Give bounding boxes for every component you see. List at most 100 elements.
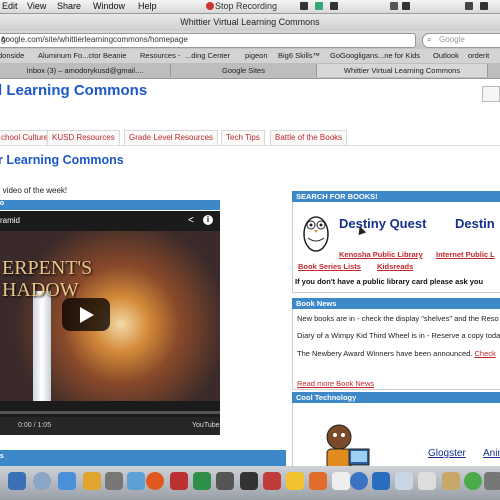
bluetooth-icon[interactable] [390,2,398,10]
bookmark-item[interactable]: pigeon [245,51,268,60]
app-icon[interactable] [105,472,123,490]
app-icon[interactable] [395,472,413,490]
finder-icon[interactable] [8,472,26,490]
destiny-link[interactable]: Destin [455,216,495,231]
window-title-bar: Whittier Virtual Learning Commons [0,14,500,31]
app-icon[interactable] [372,472,390,490]
progress-bar[interactable] [0,411,220,414]
app-store-icon[interactable] [58,472,76,490]
app-icon[interactable] [286,472,304,490]
record-icon [206,2,214,10]
tab-inbox[interactable]: Inbox (3) – amodorykusd@gmail.... [0,64,171,77]
window-title: Whittier Virtual Learning Commons [180,17,320,27]
dashboard-icon[interactable] [33,472,51,490]
info-icon[interactable]: i [203,215,213,225]
page-title: r Learning Commons [0,153,124,167]
app-icon[interactable] [83,472,101,490]
glogster-link[interactable]: Glogster [428,448,466,459]
search-placeholder: Google [439,35,465,44]
nav-tab-tech-tips[interactable]: Tech Tips [221,130,265,146]
app-icon[interactable] [350,472,368,490]
tower-image [33,291,51,401]
tab-label: Whittier Virtual Learning Commons [343,66,461,75]
search-books-header: SEARCH FOR BOOKS! [292,191,500,202]
kenosha-library-link[interactable]: Kenosha Public Library [339,250,423,259]
news-item: The Newbery Award Winners have been anno… [297,349,496,358]
book-news-header: Book News [292,298,500,309]
book-series-link[interactable]: Book Series Lists [298,262,361,271]
bookmark-item[interactable]: donside [0,51,24,60]
nav-tab-battle-of-the-books[interactable]: Battle of the Books [270,130,348,146]
section-header: es [0,450,286,467]
tab-strip: Inbox (3) – amodorykusd@gmail.... Google… [0,63,500,79]
internet-library-link[interactable]: Internet Public L [436,250,495,259]
mac-dock [0,466,500,500]
tab-whittier[interactable]: Whittier Virtual Learning Commons [317,64,488,77]
owl-mascot-icon [303,216,329,252]
bookmark-item[interactable]: Outlook [433,51,459,60]
menu-window[interactable]: Window [93,1,125,11]
kidsreads-link[interactable]: Kidsreads [377,262,413,271]
video-gadget-title: eo [0,200,5,207]
menu-button[interactable] [482,86,500,102]
search-input[interactable]: ⌕ Google [422,33,500,48]
sync-icon[interactable] [402,2,410,10]
youtube-player[interactable]: ERPENT'S HADOW yramid < i 0:00 / 1:05 Yo… [0,211,220,435]
cool-tech-header: Cool Technology [292,392,500,403]
reload-icon[interactable]: ↻ [1,35,411,44]
menu-edit[interactable]: Edit [2,1,18,11]
share-icon[interactable]: < [188,215,194,226]
wifi-icon[interactable] [465,2,473,10]
stop-recording-button[interactable]: Stop Recording [215,1,277,11]
read-more-link[interactable]: Read more Book News [297,379,374,388]
bookmark-item[interactable]: Aluminum Fo...ctor Beanie [38,51,126,60]
video-art-text: ERPENT'S HADOW [2,257,93,301]
tray-icon-3[interactable] [330,2,338,10]
bookmark-item[interactable]: Big6 Skills™ [278,51,320,60]
youtube-logo[interactable]: YouTube [192,422,220,429]
destiny-quest-link[interactable]: Destiny Quest [339,216,426,231]
video-controls: 0:00 / 1:05 YouTube [0,417,220,435]
tray-icon-2[interactable] [315,2,323,10]
bookmark-item[interactable]: Resources - [140,51,180,60]
animoto-link[interactable]: Animo [483,448,500,459]
book-news-box: New books are in - check the display "sh… [292,309,500,390]
volume-icon[interactable] [480,2,488,10]
nav-tab-school-culture[interactable]: chool Culture [0,130,54,146]
tray-icon-1[interactable] [300,2,308,10]
menu-share[interactable]: Share [57,1,81,11]
search-icon: ⌕ [427,35,432,44]
app-icon[interactable] [216,472,234,490]
app-icon[interactable] [263,472,281,490]
bookmarks-bar: donside Aluminum Fo...ctor Beanie Resour… [0,49,500,64]
menu-help[interactable]: Help [138,1,157,11]
intro-text: e video of the week! [0,186,68,195]
menu-view[interactable]: View [27,1,46,11]
app-icon[interactable] [442,472,460,490]
site-title[interactable]: l Learning Commons [0,82,147,99]
news-item: Diary of a Wimpy Kid Third Wheel is in -… [297,331,500,340]
tab-label: Google Sites [222,66,265,75]
bookmark-item[interactable]: GoGoogligans...ne for Kids [330,51,420,60]
app-icon[interactable] [418,472,436,490]
search-books-title: SEARCH FOR BOOKS! [296,192,378,201]
bookmark-item[interactable]: orderit [468,51,489,60]
nav-tab-kusd-resources[interactable]: KUSD Resources [47,130,120,146]
bookmark-item[interactable]: ...ding Center [185,51,230,60]
check-link[interactable]: Check [474,349,495,358]
app-icon[interactable] [309,472,327,490]
nav-tab-grade-level-resources[interactable]: Grade Level Resources [124,130,219,146]
tab-google-sites[interactable]: Google Sites [171,64,317,77]
app-icon[interactable] [193,472,211,490]
app-icon[interactable] [127,472,145,490]
book-news-title: Book News [296,299,337,308]
chrome-icon[interactable] [464,472,482,490]
url-bar[interactable]: google.com/site/whittierlearningcommons/… [0,33,416,48]
firefox-icon[interactable] [146,472,164,490]
play-button[interactable] [62,298,110,331]
app-icon[interactable] [170,472,188,490]
app-icon[interactable] [332,472,350,490]
app-icon[interactable] [240,472,258,490]
video-title[interactable]: yramid [0,216,20,225]
trash-icon[interactable] [484,472,500,490]
